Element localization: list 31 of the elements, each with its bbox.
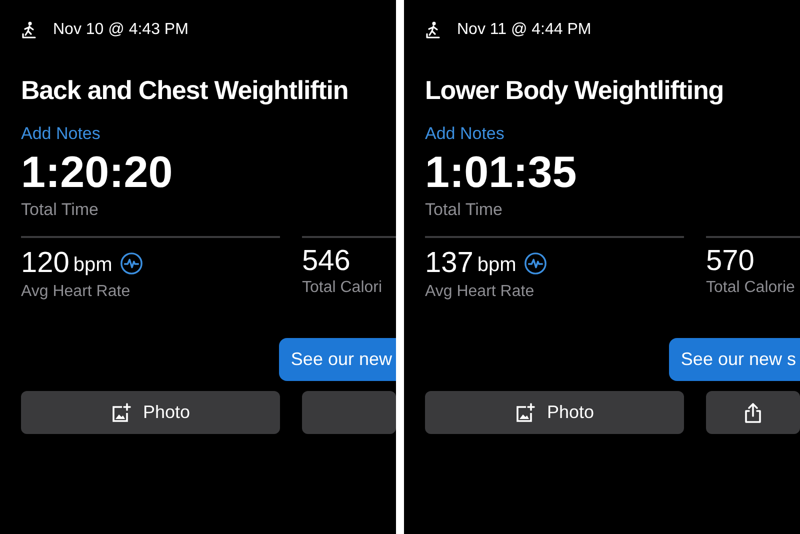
add-notes-link[interactable]: Add Notes <box>425 122 504 146</box>
treadmill-icon <box>21 21 37 39</box>
photo-button[interactable]: Photo <box>21 391 280 434</box>
promo-banner[interactable]: See our new s <box>668 338 800 381</box>
stat-label: Avg Heart Rate <box>425 282 536 302</box>
add-photo-icon <box>514 402 535 422</box>
add-notes-link[interactable]: Add Notes <box>21 122 100 146</box>
total-time-value: 1:20:20 <box>21 148 174 198</box>
share-icon <box>743 402 763 424</box>
total-time-label: Total Time <box>21 199 100 221</box>
treadmill-icon <box>425 21 441 39</box>
photo-button[interactable]: Photo <box>425 391 684 434</box>
stat-value: 570 <box>706 244 754 278</box>
total-time-label: Total Time <box>425 199 504 221</box>
activity-date: Nov 11 @ 4:44 PM <box>457 20 592 40</box>
stat-value: 137 <box>425 246 474 280</box>
add-photo-icon <box>110 402 131 422</box>
stat-value: 120 <box>21 246 70 280</box>
heart-rate-icon[interactable] <box>524 252 548 274</box>
stat-unit: bpm <box>73 253 112 278</box>
promo-banner[interactable]: See our new <box>278 338 396 381</box>
heart-rate-icon[interactable] <box>120 252 144 274</box>
stat-label: Total Calorie <box>706 278 796 298</box>
stat-label: Total Calori <box>302 278 384 298</box>
activity-title: Lower Body Weightlifting <box>425 74 725 107</box>
stat-label: Avg Heart Rate <box>21 282 132 302</box>
stat-value: 546 <box>302 244 350 278</box>
activity-title: Back and Chest Weightliftin <box>21 74 350 107</box>
activity-date: Nov 10 @ 4:43 PM <box>53 20 188 40</box>
total-time-value: 1:01:35 <box>425 148 578 198</box>
stat-unit: bpm <box>477 253 516 278</box>
